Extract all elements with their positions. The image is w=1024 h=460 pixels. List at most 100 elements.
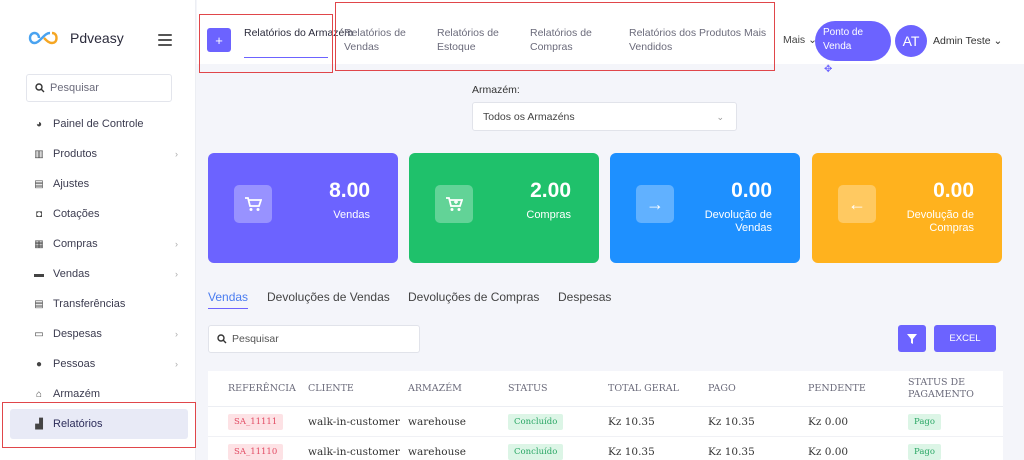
sidebar-item-armazem[interactable]: ⌂ Armazém (0, 379, 196, 409)
sales-table: REFERÊNCIA CLIENTE ARMAZÉM STATUS TOTAL … (208, 371, 1003, 460)
card-value: 8.00 (329, 179, 370, 202)
chevron-down-icon: ⌄ (993, 35, 1003, 47)
tab-devolucoes-vendas[interactable]: Devoluções de Vendas (267, 290, 390, 304)
app-name: Pdveasy (70, 30, 124, 46)
chevron-right-icon: › (175, 149, 178, 159)
person-icon: ● (35, 358, 43, 370)
table-row[interactable]: SA_11110 walk-in-customer warehouse Conc… (208, 437, 1003, 460)
card-value: 0.00 (731, 179, 772, 202)
search-icon (35, 83, 45, 93)
cart-icon (234, 185, 272, 223)
due-cell: Kz 0.00 (808, 416, 849, 428)
warehouse-select[interactable]: Todos os Armazéns ⌄ (472, 102, 737, 131)
sidebar-search-input[interactable] (50, 82, 160, 94)
column-header[interactable]: REFERÊNCIA (228, 371, 296, 407)
sidebar-item-cotacoes[interactable]: ◘ Cotações (0, 199, 196, 229)
sidebar-item-label: Ajustes (53, 178, 90, 190)
column-header[interactable]: STATUS (508, 371, 548, 407)
sidebar-item-vendas[interactable]: ▬ Vendas › (0, 259, 196, 289)
warehouse-value: Todos os Armazéns (483, 111, 575, 123)
sidebar-item-label: Relatórios (53, 418, 103, 430)
status-badge: Concluído (508, 444, 564, 460)
warehouse-cell: warehouse (408, 416, 466, 428)
barcode-icon: ▥ (34, 148, 44, 160)
tab-relatorios-compras[interactable]: Relatórios de Compras (530, 26, 602, 54)
card-label: Vendas (333, 209, 370, 221)
sidebar-item-label: Transferências (53, 298, 126, 310)
logo[interactable]: Pdveasy (28, 30, 124, 46)
table-row[interactable]: SA_11111 walk-in-customer warehouse Conc… (208, 407, 1003, 437)
tab-vendas[interactable]: Vendas (208, 290, 248, 304)
client-cell: walk-in-customer (308, 416, 400, 428)
top-bar: + Relatórios do Armazém Relatórios de Ve… (197, 0, 1024, 75)
sidebar-item-compras[interactable]: ▦ Compras › (0, 229, 196, 259)
sidebar-item-pessoas[interactable]: ● Pessoas › (0, 349, 196, 379)
sidebar: Pdveasy ◕ Painel de Controle ▥ Produtos › ▤… (0, 0, 196, 460)
active-tab-underline (208, 308, 248, 309)
chevron-right-icon: › (175, 269, 178, 279)
sidebar-item-label: Pessoas (53, 358, 96, 370)
sidebar-item-label: Cotações (53, 208, 100, 220)
due-cell: Kz 0.00 (808, 446, 849, 458)
sidebar-item-label: Despesas (53, 328, 102, 340)
user-menu[interactable]: Admin Teste ⌄ (933, 35, 1002, 47)
add-report-icon[interactable]: + (207, 28, 231, 52)
menu-toggle-icon[interactable] (158, 34, 172, 46)
tab-devolucoes-compras[interactable]: Devoluções de Compras (408, 290, 539, 304)
fullscreen-icon[interactable]: ✥ (824, 64, 832, 75)
sidebar-nav: ◕ Painel de Controle ▥ Produtos › ▤ Ajustes … (0, 109, 196, 439)
sidebar-item-painel[interactable]: ◕ Painel de Controle (0, 109, 196, 139)
tab-despesas[interactable]: Despesas (558, 290, 611, 304)
sidebar-item-produtos[interactable]: ▥ Produtos › (0, 139, 196, 169)
reference-badge: SA_11110 (228, 444, 284, 460)
card-vendas: 8.00 Vendas (208, 153, 398, 263)
sidebar-item-relatorios[interactable]: ▟ Relatórios (10, 409, 188, 439)
column-header[interactable]: TOTAL GERAL (608, 371, 679, 407)
card-devolucao-compras: ← 0.00 Devolução de Compras (812, 153, 1002, 263)
sidebar-item-label: Produtos (53, 148, 98, 160)
more-menu[interactable]: Mais ⌄ (783, 34, 817, 46)
user-name: Admin Teste (933, 35, 991, 47)
money-icon: ▭ (34, 328, 44, 340)
sidebar-item-ajustes[interactable]: ▤ Ajustes (0, 169, 196, 199)
sidebar-item-label: Painel de Controle (53, 118, 144, 130)
sidebar-item-label: Compras (53, 238, 98, 250)
column-header[interactable]: PENDENTE (808, 371, 866, 407)
chevron-right-icon: › (175, 359, 178, 369)
pos-button[interactable]: Ponto de Venda (815, 21, 891, 61)
column-header[interactable]: ARMAZÉM (408, 371, 462, 407)
avatar[interactable]: AT (895, 25, 927, 57)
column-header[interactable]: PAGO (708, 371, 736, 407)
column-header[interactable]: CLIENTE (308, 371, 354, 407)
filter-icon (907, 333, 917, 344)
table-header: REFERÊNCIA CLIENTE ARMAZÉM STATUS TOTAL … (208, 371, 1003, 407)
total-cell: Kz 10.35 (608, 446, 655, 458)
sidebar-item-transferencias[interactable]: ▤ Transferências (0, 289, 196, 319)
table-search-input[interactable] (232, 333, 412, 345)
card-value: 0.00 (933, 179, 974, 202)
sidebar-search[interactable] (26, 74, 172, 102)
column-header[interactable]: STATUS DE PAGAMENTO (908, 371, 988, 407)
card-devolucao-vendas: → 0.00 Devolução de Vendas (610, 153, 800, 263)
more-label: Mais (783, 34, 806, 46)
card-value: 2.00 (530, 179, 571, 202)
tab-produtos-mais-vendidos[interactable]: Relatórios dos Produtos Mais Vendidos (629, 26, 769, 54)
tab-relatorios-estoque[interactable]: Relatórios de Estoque (437, 26, 507, 54)
warehouse-cell: warehouse (408, 446, 466, 458)
tab-relatorios-vendas[interactable]: Relatórios de Vendas (344, 26, 416, 54)
table-search[interactable] (208, 325, 420, 353)
cart-icon: ▬ (34, 268, 44, 280)
filter-button[interactable] (898, 325, 926, 352)
sidebar-item-despesas[interactable]: ▭ Despesas › (0, 319, 196, 349)
receipt-icon: ▦ (34, 238, 44, 250)
sidebar-item-label: Vendas (53, 268, 90, 280)
card-label: Devolução de Compras (906, 209, 974, 234)
search-icon (217, 334, 227, 344)
chart-icon: ▟ (35, 418, 43, 430)
reference-badge: SA_11111 (228, 414, 284, 430)
excel-button[interactable]: EXCEL (934, 325, 996, 352)
paid-cell: Kz 10.35 (708, 416, 755, 428)
adjust-icon: ▤ (34, 178, 44, 190)
chevron-right-icon: › (175, 239, 178, 249)
tab-relatorios-armazem[interactable]: Relatórios do Armazém (244, 26, 353, 40)
